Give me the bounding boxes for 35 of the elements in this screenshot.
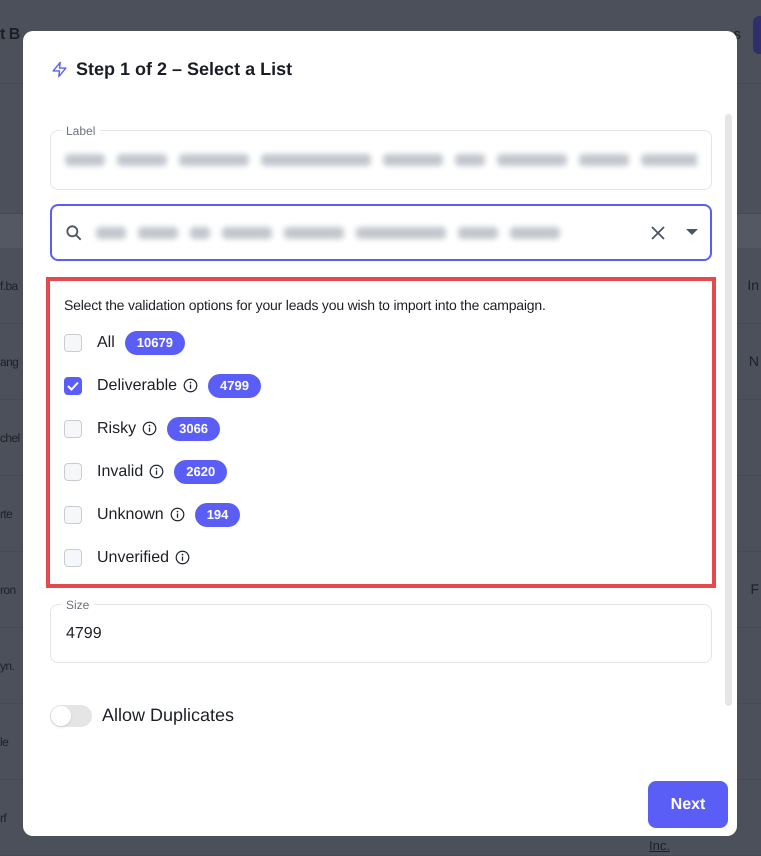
info-icon[interactable] (149, 464, 164, 479)
dialog-title: Step 1 of 2 – Select a List (76, 58, 292, 81)
checkbox[interactable] (64, 376, 82, 394)
option-label: Risky (97, 418, 136, 438)
count-badge: 3066 (167, 416, 220, 440)
checkbox[interactable] (64, 548, 82, 566)
toggle-label: Allow Duplicates (102, 704, 234, 727)
count-badge: 194 (194, 502, 240, 526)
option-label: Deliverable (97, 376, 178, 396)
info-icon[interactable] (183, 378, 198, 393)
option-label: All (97, 332, 115, 352)
option-label: Unknown (97, 504, 164, 524)
count-badge: 2620 (174, 460, 228, 484)
scrollbar[interactable] (725, 114, 732, 706)
checkbox[interactable] (64, 462, 82, 480)
validation-prompt: Select the validation options for your leads you wish to import into the campaign. (64, 296, 547, 315)
info-icon[interactable] (170, 507, 185, 522)
info-icon[interactable] (175, 550, 190, 565)
next-button[interactable]: Next (648, 781, 728, 828)
lightning-icon (51, 60, 68, 78)
search-field[interactable] (50, 204, 712, 261)
dropdown-caret-icon[interactable] (686, 229, 698, 236)
count-badge: 10679 (124, 330, 185, 354)
option-label: Invalid (97, 462, 144, 482)
count-badge: 4799 (208, 374, 261, 398)
checkbox[interactable] (64, 334, 82, 352)
option-label: Unverified (97, 548, 170, 568)
checkbox[interactable] (64, 420, 82, 438)
clear-icon[interactable] (650, 224, 666, 240)
toggle-switch[interactable] (50, 704, 92, 726)
check-icon (67, 380, 79, 390)
field-value: 4799 (66, 624, 102, 644)
search-icon (64, 222, 84, 242)
checkbox[interactable] (64, 506, 82, 524)
info-icon[interactable] (142, 421, 158, 436)
